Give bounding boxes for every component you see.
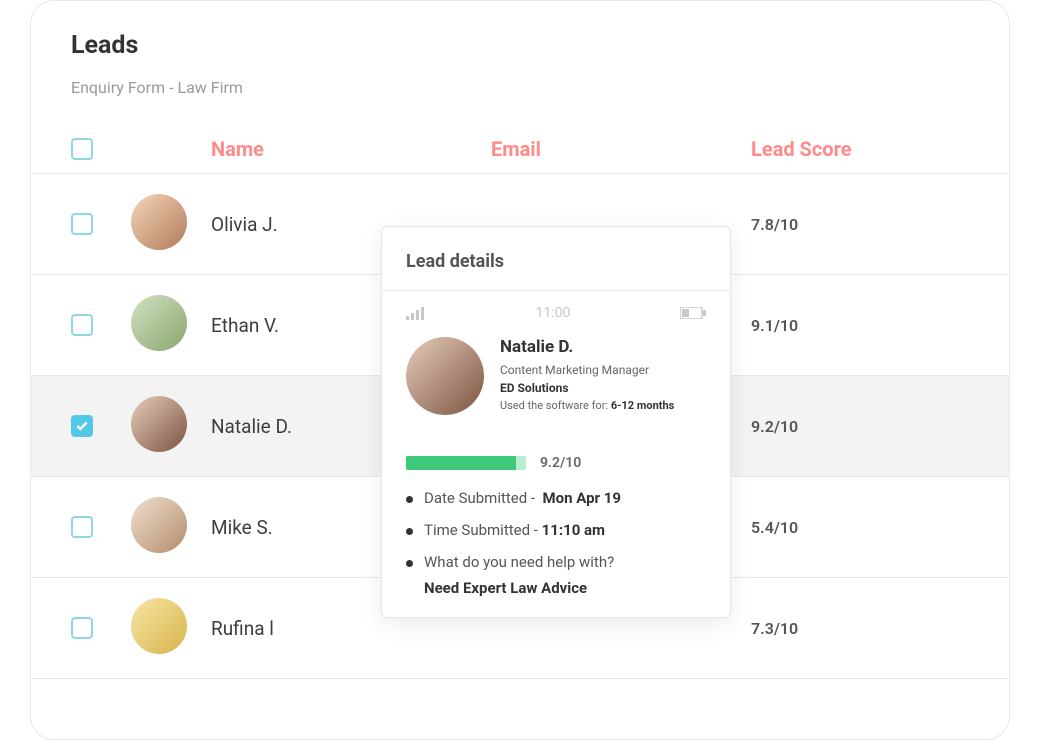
row-score: 9.1/10 xyxy=(751,316,969,335)
panel-divider xyxy=(382,290,730,291)
row-checkbox[interactable] xyxy=(71,516,93,538)
column-score-header[interactable]: Lead Score xyxy=(751,137,969,161)
row-checkbox[interactable] xyxy=(71,617,93,639)
column-email-header[interactable]: Email xyxy=(491,137,751,161)
row-score: 7.8/10 xyxy=(751,215,969,234)
leads-card: Leads Enquiry Form - Law Firm Name Email… xyxy=(30,0,1010,740)
row-score: 5.4/10 xyxy=(751,518,969,537)
row-score: 7.3/10 xyxy=(751,619,969,638)
table-header: Name Email Lead Score xyxy=(31,137,1009,174)
detail-date: Date Submitted - Mon Apr 19 xyxy=(406,489,706,507)
battery-icon xyxy=(680,307,706,319)
avatar xyxy=(131,497,187,553)
device-status-bar: 11:00 xyxy=(406,305,706,321)
signal-icon xyxy=(406,306,426,320)
lead-avatar xyxy=(406,337,484,415)
avatar xyxy=(131,194,187,250)
detail-question: What do you need help with? xyxy=(406,553,706,571)
row-checkbox[interactable] xyxy=(71,213,93,235)
row-checkbox[interactable] xyxy=(71,314,93,336)
avatar xyxy=(131,598,187,654)
avatar xyxy=(131,295,187,351)
status-time: 11:00 xyxy=(536,305,571,321)
lead-role: Content Marketing Manager xyxy=(500,363,674,377)
lead-name: Natalie D. xyxy=(500,337,674,357)
lead-summary: Natalie D. Content Marketing Manager ED … xyxy=(406,337,706,415)
lead-detail-list: Date Submitted - Mon Apr 19 Time Submitt… xyxy=(406,489,706,571)
lead-score-value: 9.2/10 xyxy=(540,455,581,471)
lead-details-panel: Lead details 11:00 xyxy=(381,226,731,618)
detail-answer: Need Expert Law Advice xyxy=(406,579,706,597)
select-all-checkbox[interactable] xyxy=(71,138,93,160)
row-checkbox[interactable] xyxy=(71,415,93,437)
lead-company: ED Solutions xyxy=(500,381,674,395)
lead-score-progress: 9.2/10 xyxy=(406,455,706,471)
panel-title: Lead details xyxy=(406,251,706,272)
progress-bar xyxy=(406,456,526,470)
detail-time: Time Submitted - 11:10 am xyxy=(406,521,706,539)
row-score: 9.2/10 xyxy=(751,417,969,436)
avatar xyxy=(131,396,187,452)
page-subtitle: Enquiry Form - Law Firm xyxy=(71,78,1009,97)
row-name: Rufina l xyxy=(211,617,491,640)
page-title: Leads xyxy=(71,31,1009,60)
lead-software-usage: Used the software for: 6-12 months xyxy=(500,399,674,412)
column-name-header[interactable]: Name xyxy=(211,137,491,161)
progress-fill xyxy=(406,456,516,470)
